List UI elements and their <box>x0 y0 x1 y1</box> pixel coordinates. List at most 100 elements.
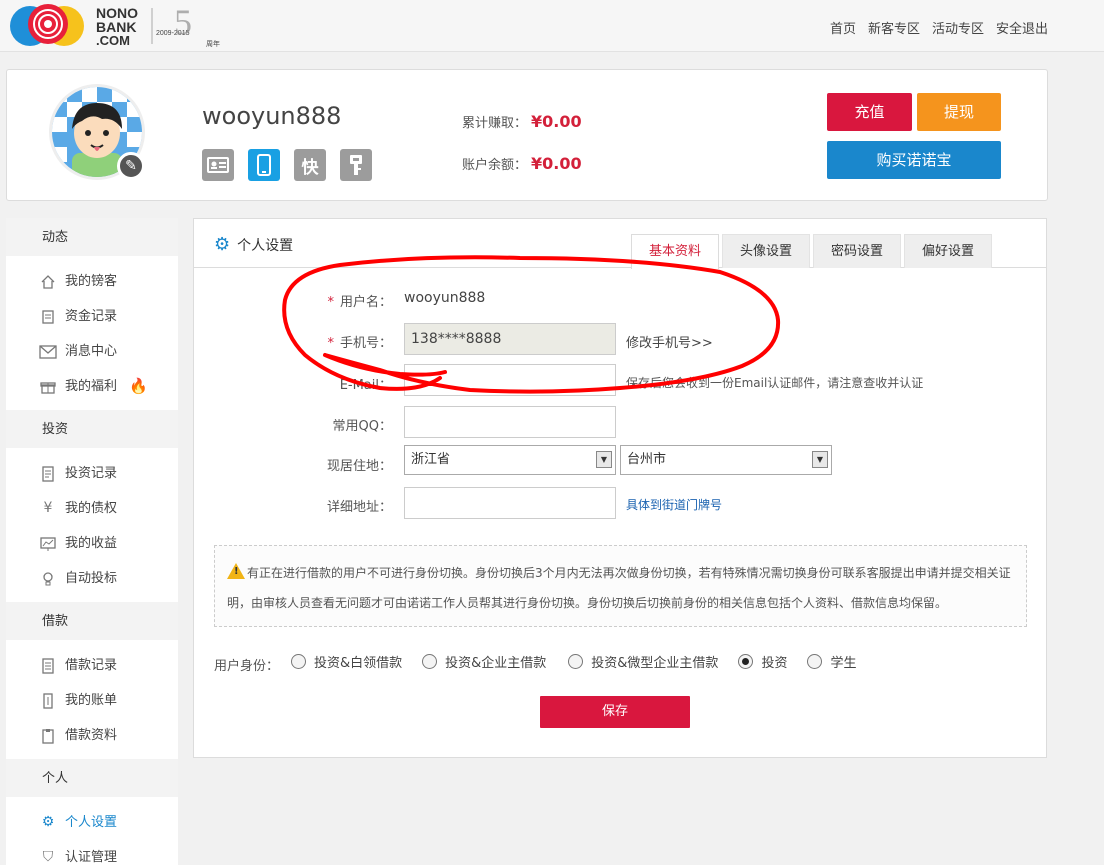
identity-option-investor-micro-business[interactable]: 投资&微型企业主借款 <box>568 652 718 671</box>
tab-basic-info[interactable]: 基本资料 <box>631 234 719 269</box>
buy-nonobao-button[interactable]: 购买诺诺宝 <box>827 141 1001 179</box>
chevron-down-icon: ▼ <box>596 451 612 468</box>
notice-line-2: 明，由审核人员查看无问题才可由诺诺工作人员帮其进行身份切换。身份切换后切换前身份… <box>227 596 948 610</box>
edit-avatar-icon[interactable]: ✎ <box>117 152 145 180</box>
sidebar-item-label: 认证管理 <box>65 850 118 865</box>
email-hint: 保存后您会收到一份Email认证邮件，请注意查收并认证 <box>626 376 924 390</box>
residence-label: 现居住地： <box>326 459 392 474</box>
identity-option-student[interactable]: 学生 <box>807 652 856 671</box>
settings-tabs: 基本资料 头像设置 密码设置 偏好设置 <box>631 234 992 269</box>
tab-password[interactable]: 密码设置 <box>813 234 901 268</box>
profile-username: wooyun888 <box>202 102 342 130</box>
city-select[interactable]: 台州市 ▼ <box>620 445 832 475</box>
radio-button[interactable] <box>568 654 584 669</box>
shield-icon: ⛉ <box>42 849 54 865</box>
radio-button[interactable] <box>291 654 307 669</box>
radio-button[interactable] <box>807 654 823 669</box>
bulb-icon <box>39 570 57 588</box>
email-label: E-Mail： <box>339 378 392 393</box>
tab-preferences[interactable]: 偏好设置 <box>904 234 992 268</box>
sidebar-item-my-earnings[interactable]: 我的收益 <box>6 526 178 561</box>
province-value: 浙江省 <box>411 452 451 467</box>
document-icon <box>39 465 57 483</box>
qq-label: 常用QQ： <box>332 419 392 434</box>
sidebar-item-my-bills[interactable]: 我的账单 <box>6 683 178 718</box>
phone-label: * 手机号： <box>327 336 392 351</box>
id-card-icon[interactable] <box>202 149 234 181</box>
sidebar-item-label: 我的债权 <box>65 501 118 516</box>
nonobank-logo[interactable]: NONO BANK .COM 2009-2015 5 周年 <box>6 2 236 48</box>
sidebar-item-auto-bid[interactable]: 自动投标 <box>6 561 178 596</box>
panel-header: ⚙ 个人设置 基本资料 头像设置 密码设置 偏好设置 <box>194 219 1046 269</box>
sidebar-item-label: 消息中心 <box>65 344 118 359</box>
sidebar-item-messages[interactable]: 消息中心 <box>6 334 178 369</box>
warning-icon: ! <box>227 563 245 579</box>
yen-tag-icon: ¥ <box>43 500 53 516</box>
svg-text:5: 5 <box>174 2 192 42</box>
gift-icon <box>39 378 57 396</box>
sidebar-item-my-claims[interactable]: ¥ 我的债权 <box>6 491 178 526</box>
sidebar-item-loan-records[interactable]: 借款记录 <box>6 648 178 683</box>
home-icon <box>39 273 57 291</box>
sidebar-item-label: 我的收益 <box>65 536 118 551</box>
sidebar-item-investment-records[interactable]: 投资记录 <box>6 456 178 491</box>
panel-title-text: 个人设置 <box>237 237 294 254</box>
sidebar-item-fund-records[interactable]: 资金记录 <box>6 299 178 334</box>
radio-button-selected[interactable] <box>738 654 754 669</box>
gear-icon: ⚙ <box>214 234 231 255</box>
verification-icons: 快 <box>202 149 372 181</box>
change-phone-link[interactable]: 修改手机号>> <box>626 332 713 351</box>
required-mark: * <box>327 336 334 351</box>
qq-field[interactable] <box>404 406 616 438</box>
total-earned: 累计赚取： ¥0.00 <box>462 112 582 131</box>
nav-home[interactable]: 首页 <box>830 18 856 37</box>
tab-avatar[interactable]: 头像设置 <box>722 234 810 268</box>
sidebar-item-welfare[interactable]: 我的福利 🔥 <box>6 369 178 404</box>
sidebar-section-title: 动态 <box>6 218 178 256</box>
city-value: 台州市 <box>627 452 667 467</box>
nav-activities[interactable]: 活动专区 <box>932 18 984 37</box>
chart-icon <box>39 535 57 553</box>
top-bar: NONO BANK .COM 2009-2015 5 周年 首页 新客专区 活动… <box>0 0 1104 52</box>
identity-label: 用户身份： <box>214 659 280 674</box>
sidebar-item-label: 我的镑客 <box>65 274 118 289</box>
top-nav: 首页 新客专区 活动专区 安全退出 <box>830 18 1048 37</box>
sidebar-item-label: 资金记录 <box>65 309 118 324</box>
recharge-button[interactable]: 充值 <box>827 93 912 131</box>
user-identity-group: 用户身份： 投资&白领借款 投资&企业主借款 投资&微型企业主借款 投资 学生 <box>214 649 856 674</box>
sidebar-section-title: 借款 <box>6 602 178 640</box>
bill-icon <box>39 692 57 710</box>
sidebar-item-label: 我的账单 <box>65 693 118 708</box>
mail-icon <box>39 343 57 361</box>
sidebar-item-label: 我的福利 <box>65 379 118 394</box>
email-field[interactable] <box>404 364 616 396</box>
gear-icon: ⚙ <box>41 814 55 830</box>
save-button[interactable]: 保存 <box>540 696 690 728</box>
withdraw-button[interactable]: 提现 <box>917 93 1001 131</box>
mobile-phone-icon[interactable] <box>248 149 280 181</box>
account-balance: 账户余额： ¥0.00 <box>462 154 582 173</box>
sidebar-item-label: 自动投标 <box>65 571 118 586</box>
svg-text:.COM: .COM <box>96 33 130 48</box>
total-earned-label: 累计赚取： <box>462 116 528 131</box>
username-value: wooyun888 <box>404 290 486 306</box>
nav-new-users[interactable]: 新客专区 <box>868 18 920 37</box>
radio-button[interactable] <box>422 654 438 669</box>
quick-pay-icon[interactable]: 快 <box>294 149 326 181</box>
identity-option-investor-business-owner[interactable]: 投资&企业主借款 <box>422 652 546 671</box>
sidebar-item-verification[interactable]: ⛉ 认证管理 <box>6 840 178 865</box>
province-select[interactable]: 浙江省 ▼ <box>404 445 616 475</box>
identity-option-investor[interactable]: 投资 <box>738 652 787 671</box>
sidebar-item-personal-settings[interactable]: ⚙ 个人设置 <box>6 805 178 840</box>
notice-line-1: ! 有正在进行借款的用户不可进行身份切换。身份切换后3个月内无法再次做身份切换，若… <box>227 558 1018 588</box>
sidebar-item-label: 个人设置 <box>65 815 118 830</box>
sidebar-item-my-account[interactable]: 我的镑客 <box>6 264 178 299</box>
address-label: 详细地址： <box>326 500 392 515</box>
address-field[interactable] <box>404 487 616 519</box>
sidebar-item-loan-documents[interactable]: 借款资料 <box>6 718 178 753</box>
sidebar-section-list: 借款记录 我的账单 借款资料 <box>6 640 178 759</box>
identity-option-investor-whitecollar[interactable]: 投资&白领借款 <box>291 652 402 671</box>
key-icon[interactable] <box>340 149 372 181</box>
username-label: * 用户名： <box>327 295 392 310</box>
nav-logout[interactable]: 安全退出 <box>996 18 1048 37</box>
